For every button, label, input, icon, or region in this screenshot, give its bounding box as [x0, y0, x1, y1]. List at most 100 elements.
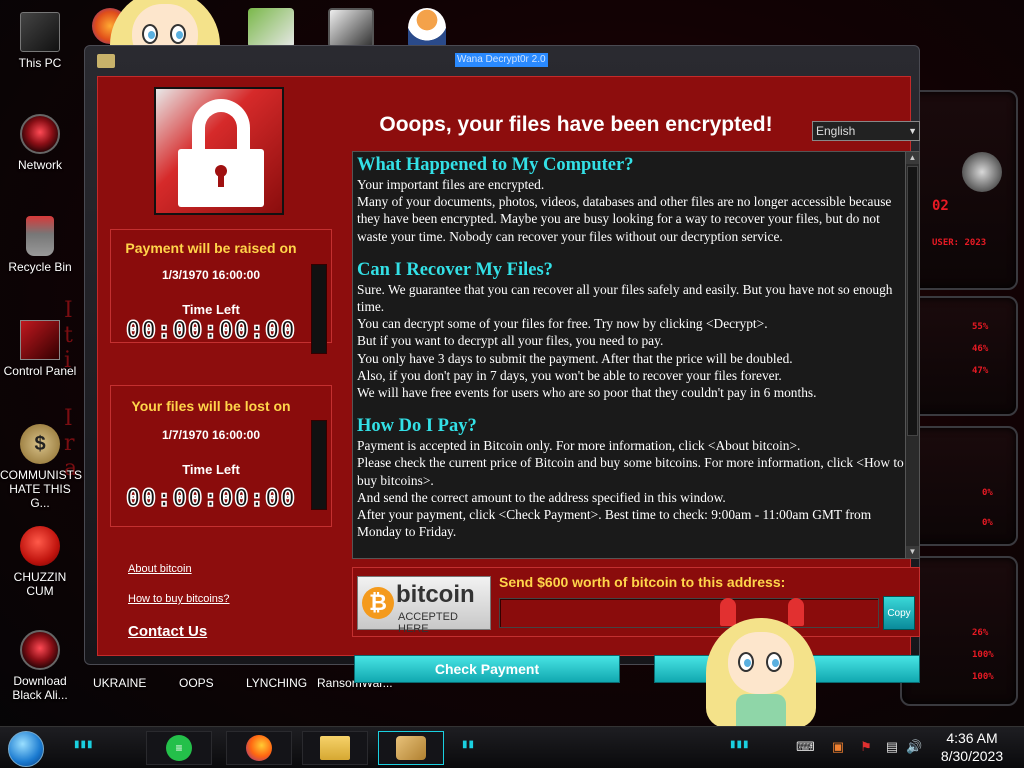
files-lost-panel: Your files will be lost on 1/7/1970 16:0… — [110, 385, 332, 527]
desktop-icon-network[interactable]: Network — [0, 114, 80, 172]
countdown-timer: 00:00:00:00 — [125, 315, 296, 345]
window-title: Wana Decrypt0r 2.0 — [455, 53, 548, 67]
app-tray-icon[interactable]: ▣ — [830, 739, 846, 755]
clock-date: 8/30/2023 — [940, 748, 1004, 764]
scroll-up-icon[interactable]: ▲ — [906, 152, 919, 164]
taskbar-decoration: ▮▮▮ — [730, 739, 750, 750]
message-text: What Happened to My Computer? Your impor… — [357, 154, 905, 540]
desktop-icon-label: Download Black Ali... — [12, 674, 68, 702]
volume-icon[interactable]: 🔊 — [906, 739, 922, 755]
message-line: You can decrypt some of your files for f… — [357, 316, 768, 332]
raise-date: 1/3/1970 16:00:00 — [161, 268, 261, 282]
bitcoin-address-field[interactable] — [499, 598, 879, 628]
message-line: You only have 3 days to submit the payme… — [357, 350, 793, 366]
desktop-icon-label: Recycle Bin — [8, 260, 72, 274]
message-heading: What Happened to My Computer? — [357, 155, 634, 175]
payment-raise-panel: Payment will be raised on 1/3/1970 16:00… — [110, 229, 332, 354]
scroll-down-icon[interactable]: ▼ — [906, 546, 919, 558]
start-button[interactable] — [8, 731, 44, 767]
window-app-icon — [97, 54, 115, 68]
fuzzball-icon — [20, 526, 60, 566]
chevron-down-icon: ▼ — [908, 126, 917, 136]
desktop-icon-communists[interactable]: $ COMMUNISTS HATE THIS G... — [0, 424, 82, 510]
message-line: But if you want to decrypt all your file… — [357, 333, 664, 349]
keyboard-icon[interactable]: ⌨ — [796, 739, 815, 755]
taskbar-app-file-explorer[interactable] — [302, 731, 368, 765]
message-line: Sure. We guarantee that you can recover … — [357, 281, 893, 315]
alien-network-icon — [20, 114, 60, 154]
flag-warning-icon[interactable]: ⚑ — [858, 739, 874, 755]
desktop-icon-ukraine[interactable]: UKRAINE — [93, 676, 146, 690]
hxd-icon[interactable] — [248, 8, 294, 48]
desktop-icon-oops[interactable]: OOPS — [179, 676, 214, 690]
bitcoin-logo-sub: ACCEPTED HERE — [398, 611, 458, 635]
bitcoin-accepted-logo: ₿ bitcoin ACCEPTED HERE — [357, 576, 491, 635]
copy-button[interactable]: Copy — [883, 596, 915, 630]
language-select[interactable]: English ▼ — [812, 121, 920, 141]
message-line: Also, if you don't pay in 7 days, you wo… — [357, 367, 782, 383]
message-line: Payment is accepted in Bitcoin only. For… — [357, 438, 801, 454]
desktop-icon-chuzzin[interactable]: CHUZZIN CUM — [0, 526, 80, 598]
about-bitcoin-link[interactable]: About bitcoin — [128, 563, 192, 575]
taskbar-app-wannacry[interactable] — [378, 731, 444, 765]
check-payment-button[interactable]: Check Payment — [354, 655, 620, 683]
desktop: Iti Ira 02 USER: 2023 55% 46% 47% 0% 0% … — [0, 0, 1024, 768]
desktop-icon-lynching[interactable]: LYNCHING — [246, 676, 307, 690]
time-left-label: Time Left — [182, 462, 240, 477]
person-icon[interactable] — [408, 8, 446, 48]
send-amount-label: Send $600 worth of bitcoin to this addre… — [499, 574, 786, 590]
message-line: And send the correct amount to the addre… — [357, 489, 726, 505]
system-clock[interactable]: 4:36 AM 8/30/2023 — [930, 729, 1014, 765]
scroll-thumb[interactable] — [907, 166, 918, 436]
panel-title: Payment will be raised on — [125, 240, 297, 256]
desktop-icon-label: CHUZZIN CUM — [13, 570, 67, 598]
how-to-buy-bitcoins-link[interactable]: How to buy bitcoins? — [128, 593, 230, 605]
bitcoin-logo-word: bitcoin — [396, 581, 475, 608]
clock-time: 4:36 AM — [946, 730, 998, 746]
ransom-heading: Ooops, your files have been encrypted! — [379, 113, 773, 136]
desktop-icon-label: Network — [17, 158, 62, 172]
taskbar-decoration: ▮▮ — [462, 739, 476, 750]
lost-date: 1/7/1970 16:00:00 — [161, 428, 261, 442]
message-line: Please check the current price of Bitcoi… — [357, 455, 904, 488]
message-line: After your payment, click <Check Payment… — [357, 507, 872, 540]
alien-head-icon — [962, 152, 1002, 192]
computer-icon — [20, 12, 60, 52]
notes-icon: ≡ — [166, 735, 192, 761]
message-line: Many of your documents, photos, videos, … — [357, 194, 892, 244]
progress-bar — [311, 264, 327, 354]
file-explorer-icon — [320, 736, 350, 760]
recycle-bin-icon — [26, 216, 54, 256]
message-line: Your important files are encrypted. — [357, 177, 545, 192]
time-left-label: Time Left — [182, 302, 240, 317]
firefox-icon — [246, 735, 272, 761]
maze-icon[interactable] — [328, 8, 374, 48]
money-bag-icon: $ — [20, 424, 60, 464]
bitcoin-coin-icon: ₿ — [362, 587, 394, 619]
ransom-window: Wana Decrypt0r 2.0 Payment will be raise… — [84, 45, 920, 683]
window-content: Payment will be raised on 1/3/1970 16:00… — [97, 76, 920, 683]
alien-download-icon — [20, 630, 60, 670]
message-scrollbar[interactable]: ▲ ▼ — [905, 152, 919, 558]
handshake-icon — [396, 736, 426, 760]
contact-us-link[interactable]: Contact Us — [128, 623, 207, 640]
taskbar-decoration: ▮▮▮ — [74, 739, 94, 750]
desktop-icon-label: This PC — [18, 56, 62, 70]
network-icon[interactable]: ▤ — [884, 739, 900, 755]
ransom-message-box[interactable]: What Happened to My Computer? Your impor… — [352, 151, 920, 559]
desktop-icon-label: Control Panel — [3, 364, 77, 378]
taskbar-app-notes[interactable]: ≡ — [146, 731, 212, 765]
message-heading: Can I Recover My Files? — [357, 259, 553, 280]
desktop-icon-this-pc[interactable]: This PC — [0, 12, 80, 70]
desktop-icon-download-black-alien[interactable]: Download Black Ali... — [0, 630, 80, 702]
taskbar: ▮▮▮ ≡ ▮▮ ▮▮▮ ⌨ ▣ ⚑ ▤ 🔊 4:36 AM 8/30/2023 — [0, 726, 1024, 768]
desktop-icon-control-panel[interactable]: Control Panel — [0, 320, 80, 378]
message-heading: How Do I Pay? — [357, 416, 477, 437]
message-line: We will have free events for users who a… — [357, 385, 817, 401]
bitcoin-payment-area: ₿ bitcoin ACCEPTED HERE Send $600 worth … — [352, 567, 920, 637]
taskbar-app-firefox[interactable] — [226, 731, 292, 765]
desktop-icon-recycle-bin[interactable]: Recycle Bin — [0, 216, 80, 274]
padlock-icon — [154, 87, 284, 215]
panel-title: Your files will be lost on — [131, 398, 291, 414]
cartoon-mascot-bottom — [706, 598, 816, 728]
